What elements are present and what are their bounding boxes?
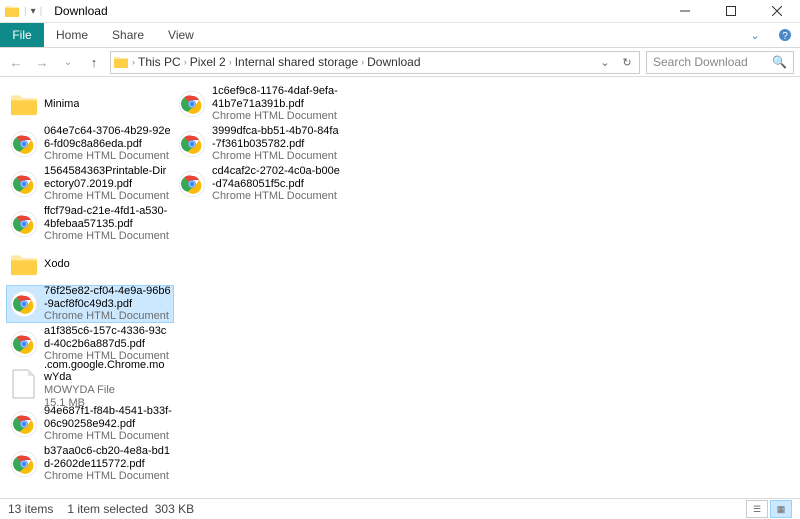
item-type: Chrome HTML Document bbox=[44, 150, 172, 163]
view-details-button[interactable]: ☰ bbox=[746, 500, 768, 518]
item-type: Chrome HTML Document bbox=[44, 190, 172, 203]
item-name: Xodo bbox=[44, 258, 70, 271]
maximize-button[interactable] bbox=[708, 0, 754, 23]
folder-icon bbox=[8, 248, 40, 280]
file-menu[interactable]: File bbox=[0, 23, 44, 47]
item-name: b37aa0c6-cb20-4e8a-bd1d-2602de115772.pdf bbox=[44, 445, 172, 470]
tab-share[interactable]: Share bbox=[100, 23, 156, 47]
item-type: Chrome HTML Document bbox=[212, 110, 340, 123]
item-name: Minima bbox=[44, 98, 79, 111]
crumb-pixel-2[interactable]: Pixel 2 bbox=[190, 55, 226, 69]
list-item[interactable]: 1c6ef9c8-1176-4daf-9efa-41b7e71a391b.pdf… bbox=[174, 85, 342, 123]
list-item[interactable]: b37aa0c6-cb20-4e8a-bd1d-2602de115772.pdf… bbox=[6, 445, 174, 483]
navbar: ← → ⌄ ↑ › This PC › Pixel 2 › Internal s… bbox=[0, 47, 800, 77]
qat-dropdown[interactable]: ▾ bbox=[31, 6, 36, 17]
chrome-icon bbox=[8, 208, 40, 240]
item-name: 94e687f1-f84b-4541-b33f-06c90258e942.pdf bbox=[44, 405, 172, 430]
folder-icon bbox=[8, 88, 40, 120]
list-item[interactable]: 1564584363Printable-Directory07.2019.pdf… bbox=[6, 165, 174, 203]
list-item[interactable]: 064e7c64-3706-4b29-92e6-fd09c8a86eda.pdf… bbox=[6, 125, 174, 163]
chrome-icon bbox=[8, 128, 40, 160]
tab-view[interactable]: View bbox=[156, 23, 206, 47]
svg-text:?: ? bbox=[782, 31, 788, 42]
search-icon: 🔍 bbox=[772, 55, 787, 69]
list-item[interactable]: Minima bbox=[6, 85, 174, 123]
chevron-right-icon[interactable]: › bbox=[229, 57, 232, 67]
crumb-this-pc[interactable]: This PC bbox=[138, 55, 181, 69]
list-item[interactable]: ffcf79ad-c21e-4fd1-a530-4bfebaa57135.pdf… bbox=[6, 205, 174, 243]
item-name: a1f385c6-157c-4336-93cd-40c2b6a887d5.pdf bbox=[44, 325, 172, 350]
crumb-internal-storage[interactable]: Internal shared storage bbox=[235, 55, 358, 69]
nav-up[interactable]: ↑ bbox=[84, 52, 104, 72]
item-name: ffcf79ad-c21e-4fd1-a530-4bfebaa57135.pdf bbox=[44, 205, 172, 230]
item-type: Chrome HTML Document bbox=[212, 150, 340, 163]
item-name: 1564584363Printable-Directory07.2019.pdf bbox=[44, 165, 172, 190]
address-bar[interactable]: › This PC › Pixel 2 › Internal shared st… bbox=[110, 51, 640, 74]
chrome-icon bbox=[8, 448, 40, 480]
close-button[interactable] bbox=[754, 0, 800, 23]
item-name: cd4caf2c-2702-4c0a-b00e-d74a68051f5c.pdf bbox=[212, 165, 340, 190]
file-list[interactable]: Minima 064e7c64-3706-4b29-92e6-fd09c8a86e… bbox=[0, 77, 800, 498]
ribbon: File Home Share View ⌄ ? bbox=[0, 23, 800, 47]
status-item-count: 13 items bbox=[8, 502, 53, 516]
chevron-right-icon[interactable]: › bbox=[132, 57, 135, 67]
app-icon bbox=[4, 3, 20, 19]
list-item[interactable]: cd4caf2c-2702-4c0a-b00e-d74a68051f5c.pdf… bbox=[174, 165, 342, 203]
view-icons-button[interactable]: ▦ bbox=[770, 500, 792, 518]
titlebar: | ▾ | Download bbox=[0, 0, 800, 23]
list-item[interactable]: a1f385c6-157c-4336-93cd-40c2b6a887d5.pdf… bbox=[6, 325, 174, 363]
status-selection: 1 item selected 303 KB bbox=[67, 502, 194, 516]
status-bar: 13 items 1 item selected 303 KB ☰ ▦ bbox=[0, 498, 800, 519]
item-name: 76f25e82-cf04-4e9a-96b6-9acf8f0c49d3.pdf bbox=[44, 285, 172, 310]
qat-separator: | bbox=[24, 6, 27, 17]
item-type: Chrome HTML Document bbox=[44, 470, 172, 483]
nav-back[interactable]: ← bbox=[6, 52, 26, 72]
qat-separator-2: | bbox=[40, 6, 43, 17]
item-name: 3999dfca-bb51-4b70-84fa-7f361b035782.pdf bbox=[212, 125, 340, 150]
list-item[interactable]: .com.google.Chrome.mowYdaMOWYDA File15.1… bbox=[6, 365, 174, 403]
chrome-icon bbox=[8, 328, 40, 360]
chevron-right-icon[interactable]: › bbox=[184, 57, 187, 67]
item-name: 064e7c64-3706-4b29-92e6-fd09c8a86eda.pdf bbox=[44, 125, 172, 150]
list-item[interactable]: 94e687f1-f84b-4541-b33f-06c90258e942.pdf… bbox=[6, 405, 174, 443]
item-name: 1c6ef9c8-1176-4daf-9efa-41b7e71a391b.pdf bbox=[212, 85, 340, 110]
help-button[interactable]: ? bbox=[770, 23, 800, 47]
folder-icon bbox=[113, 54, 129, 70]
chrome-icon bbox=[176, 88, 208, 120]
crumb-download[interactable]: Download bbox=[367, 55, 420, 69]
ribbon-collapse[interactable]: ⌄ bbox=[740, 23, 770, 47]
item-type: Chrome HTML Document bbox=[44, 310, 172, 323]
list-item[interactable]: Xodo bbox=[6, 245, 174, 283]
item-type: MOWYDA File bbox=[44, 384, 172, 397]
minimize-button[interactable] bbox=[662, 0, 708, 23]
nav-forward[interactable]: → bbox=[32, 52, 52, 72]
addr-dropdown[interactable]: ⌄ bbox=[595, 56, 615, 69]
list-item[interactable]: 76f25e82-cf04-4e9a-96b6-9acf8f0c49d3.pdf… bbox=[6, 285, 174, 323]
item-type: Chrome HTML Document bbox=[44, 430, 172, 443]
chevron-right-icon[interactable]: › bbox=[361, 57, 364, 67]
window-title: Download bbox=[54, 4, 107, 18]
search-input[interactable]: Search Download 🔍 bbox=[646, 51, 794, 74]
chrome-icon bbox=[8, 408, 40, 440]
item-type: Chrome HTML Document bbox=[44, 230, 172, 243]
chrome-icon bbox=[8, 288, 40, 320]
file-icon bbox=[8, 368, 40, 400]
search-placeholder: Search Download bbox=[653, 55, 748, 69]
list-item[interactable]: 3999dfca-bb51-4b70-84fa-7f361b035782.pdf… bbox=[174, 125, 342, 163]
chrome-icon bbox=[8, 168, 40, 200]
refresh-button[interactable]: ↻ bbox=[617, 56, 637, 69]
item-name: .com.google.Chrome.mowYda bbox=[44, 359, 172, 384]
nav-recent[interactable]: ⌄ bbox=[58, 52, 78, 72]
tab-home[interactable]: Home bbox=[44, 23, 100, 47]
chrome-icon bbox=[176, 128, 208, 160]
chrome-icon bbox=[176, 168, 208, 200]
item-type: Chrome HTML Document bbox=[212, 190, 340, 203]
